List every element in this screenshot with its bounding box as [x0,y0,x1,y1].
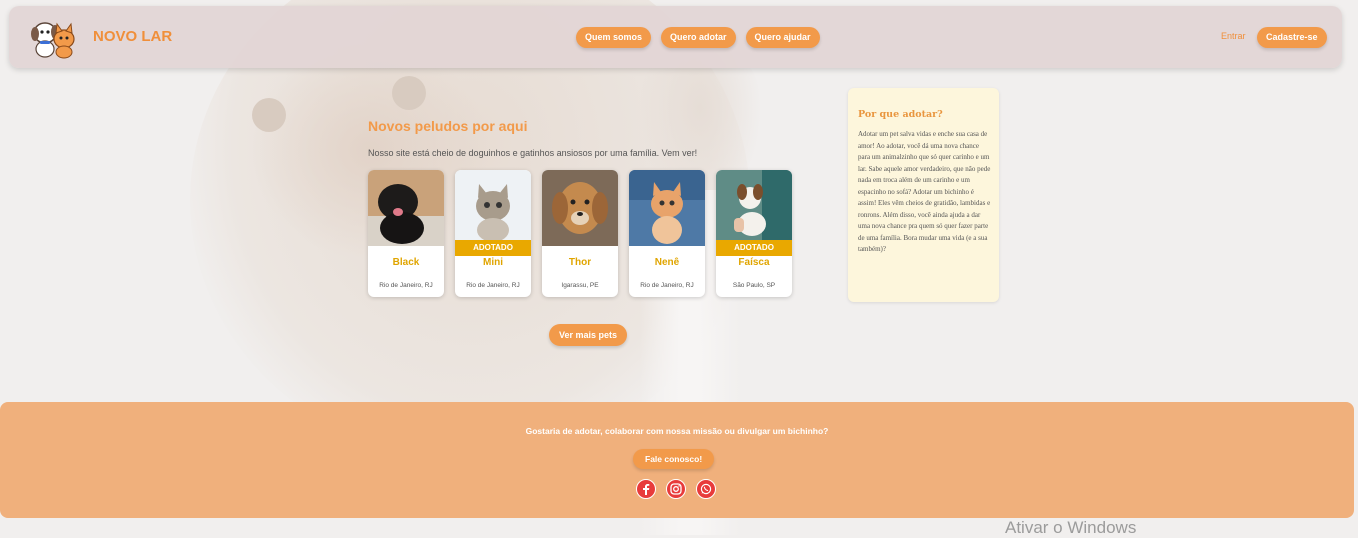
pet-photo [455,170,531,246]
footer-cta-text: Gostaria de adotar, colaborar com nossa … [525,426,829,436]
social-links [636,479,716,499]
pet-name: Mini [483,257,503,268]
top-header: NOVO LAR Quem somos Quero adotar Quero a… [9,6,1342,68]
pet-card[interactable]: Black Rio de Janeiro, RJ [368,170,444,297]
nav-quero-adotar-button[interactable]: Quero adotar [661,27,736,48]
pet-name: Thor [568,257,592,268]
adopted-badge: ADOTADO [455,240,531,256]
pet-photo [629,170,705,246]
main-nav: Quem somos Quero adotar Quero ajudar [576,27,820,48]
logo-icon[interactable] [29,19,77,59]
pet-name: Black [392,257,420,268]
pet-photo [368,170,444,246]
why-adopt-panel: Por que adotar? Adotar um pet salva vida… [848,88,999,302]
pet-location: Rio de Janeiro, RJ [379,282,433,289]
instagram-icon[interactable] [666,479,686,499]
pet-name: Faísca [738,257,770,268]
contact-button[interactable]: Fale conosco! [633,449,715,469]
nav-quem-somos-button[interactable]: Quem somos [576,27,652,48]
pet-location: Rio de Janeiro, RJ [466,282,520,289]
pet-card[interactable]: ADOTADO Mini Rio de Janeiro, RJ [455,170,531,297]
login-link[interactable]: Entrar [1221,31,1246,41]
pet-location: Igarassu, PE [561,282,599,289]
pet-card[interactable]: Nenê Rio de Janeiro, RJ [629,170,705,297]
pet-photo [542,170,618,246]
pet-card-list: Black Rio de Janeiro, RJ ADOTADO Mini Ri… [368,170,792,297]
brand-name[interactable]: NOVO LAR [93,28,172,45]
os-activation-watermark: Ativar o Windows [1005,518,1137,537]
see-more-pets-button[interactable]: Ver mais pets [549,324,628,346]
pet-location: Rio de Janeiro, RJ [640,282,694,289]
footer: Gostaria de adotar, colaborar com nossa … [0,402,1354,518]
nav-quero-ajudar-button[interactable]: Quero ajudar [745,27,820,48]
signup-button[interactable]: Cadastre-se [1257,27,1327,48]
section-title: Novos peludos por aqui [368,118,528,134]
pet-name: Nenê [654,257,680,268]
pet-location: São Paulo, SP [732,282,776,289]
pet-card[interactable]: ADOTADO Faísca São Paulo, SP [716,170,792,297]
why-adopt-title: Por que adotar? [858,109,943,120]
facebook-icon[interactable] [636,479,656,499]
section-subtitle: Nosso site está cheio de doguinhos e gat… [368,148,698,158]
adopted-badge: ADOTADO [716,240,792,256]
pet-card[interactable]: Thor Igarassu, PE [542,170,618,297]
whatsapp-icon[interactable] [696,479,716,499]
pet-photo [716,170,792,246]
why-adopt-text: Adotar um pet salva vidas e enche sua ca… [858,130,991,253]
